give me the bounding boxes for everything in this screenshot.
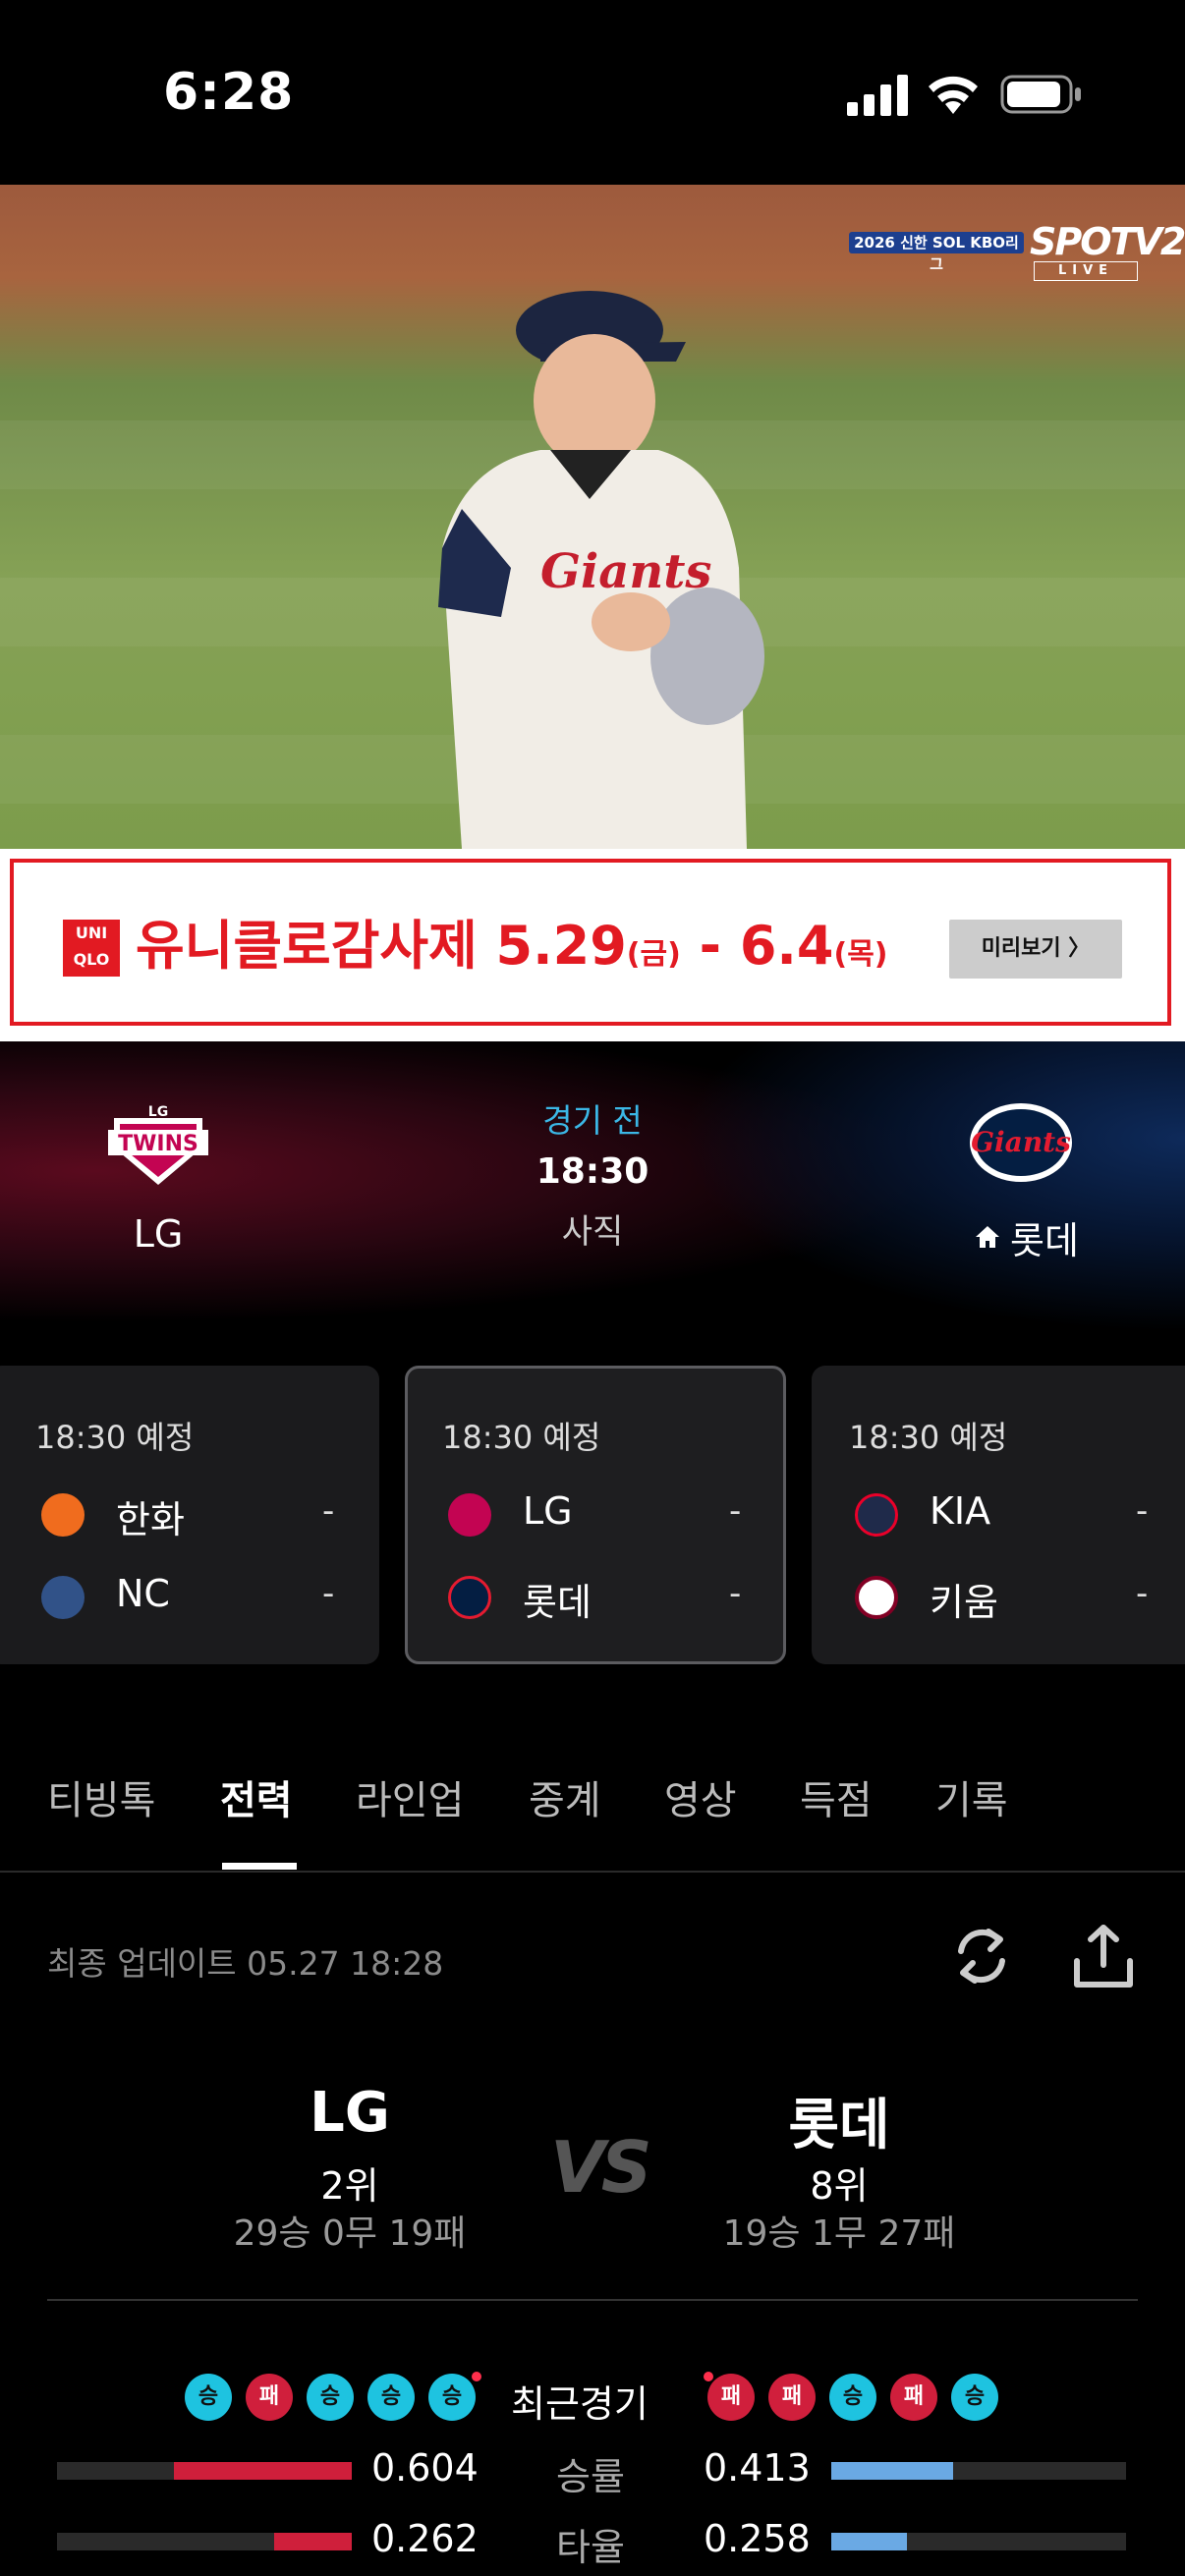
card-score: - (1136, 1574, 1149, 1613)
stat-bar-right-track (831, 2533, 1126, 2550)
tab-divider (0, 1871, 1185, 1873)
lotte-giants-logo: Giants (970, 1103, 1072, 1182)
pitcher-image: Giants (438, 291, 764, 849)
card-time: 18:30 예정 (442, 1419, 601, 1456)
vs-right-record: 19승 1무 27패 (722, 2213, 956, 2254)
status-time: 6:28 (163, 63, 295, 122)
ad-day2: (목) (833, 937, 888, 972)
live-badge: LIVE (1034, 261, 1138, 281)
tab-lineup-strength[interactable]: 전력 (220, 1768, 293, 1825)
card-score: - (729, 1574, 742, 1613)
recent-result-badge: 승 (829, 2374, 876, 2421)
tab-broadcast[interactable]: 중계 (529, 1768, 601, 1825)
ad-headline: 유니클로감사제 5.29(금) - 6.4(목) (136, 902, 888, 980)
card-team: NC (116, 1572, 170, 1615)
latest-game-dot (472, 2372, 481, 2381)
ad-day1: (금) (626, 937, 681, 972)
tab-video[interactable]: 영상 (664, 1768, 737, 1825)
latest-game-dot (704, 2372, 713, 2381)
card-team: 키움 (930, 1581, 998, 1624)
kia-tigers-logo (855, 1493, 898, 1537)
kiwoom-heroes-logo (855, 1576, 898, 1619)
stat-bar-left-track (57, 2533, 352, 2550)
card-score: - (322, 1574, 335, 1613)
svg-text:Giants: Giants (540, 544, 711, 599)
game-venue: 사직 (561, 1212, 624, 1252)
refresh-icon[interactable] (949, 1922, 1014, 1990)
card-score: - (322, 1491, 335, 1531)
stat-left-value: 0.604 (371, 2446, 479, 2490)
recent-result-badge: 승 (428, 2374, 476, 2421)
vs-right-rank: 8위 (810, 2164, 869, 2208)
stat-label: 승률 (556, 2455, 625, 2498)
league-badge: 2026 신한 SOL KBO리그 (849, 232, 1024, 273)
hanwha-eagles-logo (41, 1493, 85, 1537)
recent-result-badge: 패 (246, 2374, 293, 2421)
tab-tving-talk[interactable]: 티빙톡 (47, 1768, 155, 1825)
last-updated: 최종 업데이트 05.27 18:28 (47, 1944, 444, 1983)
card-time: 18:30 예정 (35, 1419, 195, 1456)
stat-left-value: 0.262 (371, 2517, 479, 2560)
cellular-signal-icon (847, 75, 908, 116)
ad-headline-main: 유니클로감사제 5.29 (136, 915, 627, 977)
channel-name: SPOTV2 (1030, 220, 1185, 263)
tab-records[interactable]: 기록 (935, 1768, 1008, 1825)
stat-right-value: 0.413 (704, 2446, 811, 2490)
stat-label: 타율 (556, 2526, 625, 2569)
tab-scoring[interactable]: 득점 (800, 1768, 873, 1825)
recent-result-badge: 승 (185, 2374, 232, 2421)
card-score: - (729, 1491, 742, 1531)
card-team: 한화 (116, 1498, 185, 1541)
battery-icon (1000, 75, 1081, 114)
wifi-icon (929, 76, 978, 114)
home-icon (976, 1226, 999, 1248)
card-time: 18:30 예정 (849, 1419, 1008, 1456)
stat-bar-right-fill (831, 2533, 908, 2550)
recent-result-badge: 패 (890, 2374, 937, 2421)
recent-result-badge: 패 (768, 2374, 816, 2421)
recent-result-badge: 승 (951, 2374, 998, 2421)
video-player[interactable]: Giants 2026 신한 SOL KBO리그 SPOTV2 LIVE (0, 185, 1185, 849)
stat-bar-right-track (831, 2462, 1126, 2480)
uniqlo-logo-line1: UNI (75, 924, 108, 942)
broadcast-logo: 2026 신한 SOL KBO리그 SPOTV2 LIVE (849, 220, 1185, 281)
stat-bar-right-fill (831, 2462, 953, 2480)
vs-mark: VS (550, 2126, 652, 2209)
card-team: 롯데 (523, 1581, 592, 1624)
recent-games-label: 최근경기 (511, 2382, 649, 2426)
vs-left-rank: 2위 (320, 2164, 379, 2208)
vs-left-team: LG (310, 2081, 390, 2145)
vs-left-record: 29승 0무 19패 (233, 2213, 467, 2254)
stat-bar-left-fill (173, 2462, 352, 2480)
recent-result-badge: 승 (307, 2374, 354, 2421)
lg-twins-mini-logo (448, 1493, 491, 1537)
recent-result-badge: 승 (367, 2374, 415, 2421)
share-icon[interactable] (1071, 1922, 1136, 1992)
home-team-name: 롯데 (1010, 1219, 1079, 1262)
vs-divider (47, 2299, 1138, 2301)
stat-right-value: 0.258 (704, 2517, 811, 2560)
active-tab-indicator (222, 1863, 297, 1870)
card-team: LG (523, 1489, 573, 1533)
lotte-giants-mini-logo (448, 1576, 491, 1619)
uniqlo-logo: UNI QLO (63, 920, 120, 977)
ad-date-end: - 6.4 (680, 915, 834, 977)
channel-badge: SPOTV2 LIVE (1030, 220, 1185, 281)
svg-text:Giants: Giants (971, 1126, 1071, 1158)
ad-preview-button[interactable]: 미리보기 〉 (949, 920, 1122, 979)
match-header (0, 1041, 1185, 1366)
card-score: - (1136, 1491, 1149, 1531)
stat-bar-left-track (57, 2462, 352, 2480)
card-team: KIA (930, 1489, 991, 1533)
nc-dinos-logo (41, 1576, 85, 1619)
vs-right-team: 롯데 (788, 2094, 890, 2157)
stat-bar-left-fill (274, 2533, 352, 2550)
uniqlo-logo-line2: QLO (73, 950, 110, 969)
recent-result-badge: 패 (707, 2374, 755, 2421)
tab-lineup[interactable]: 라인업 (356, 1768, 464, 1825)
